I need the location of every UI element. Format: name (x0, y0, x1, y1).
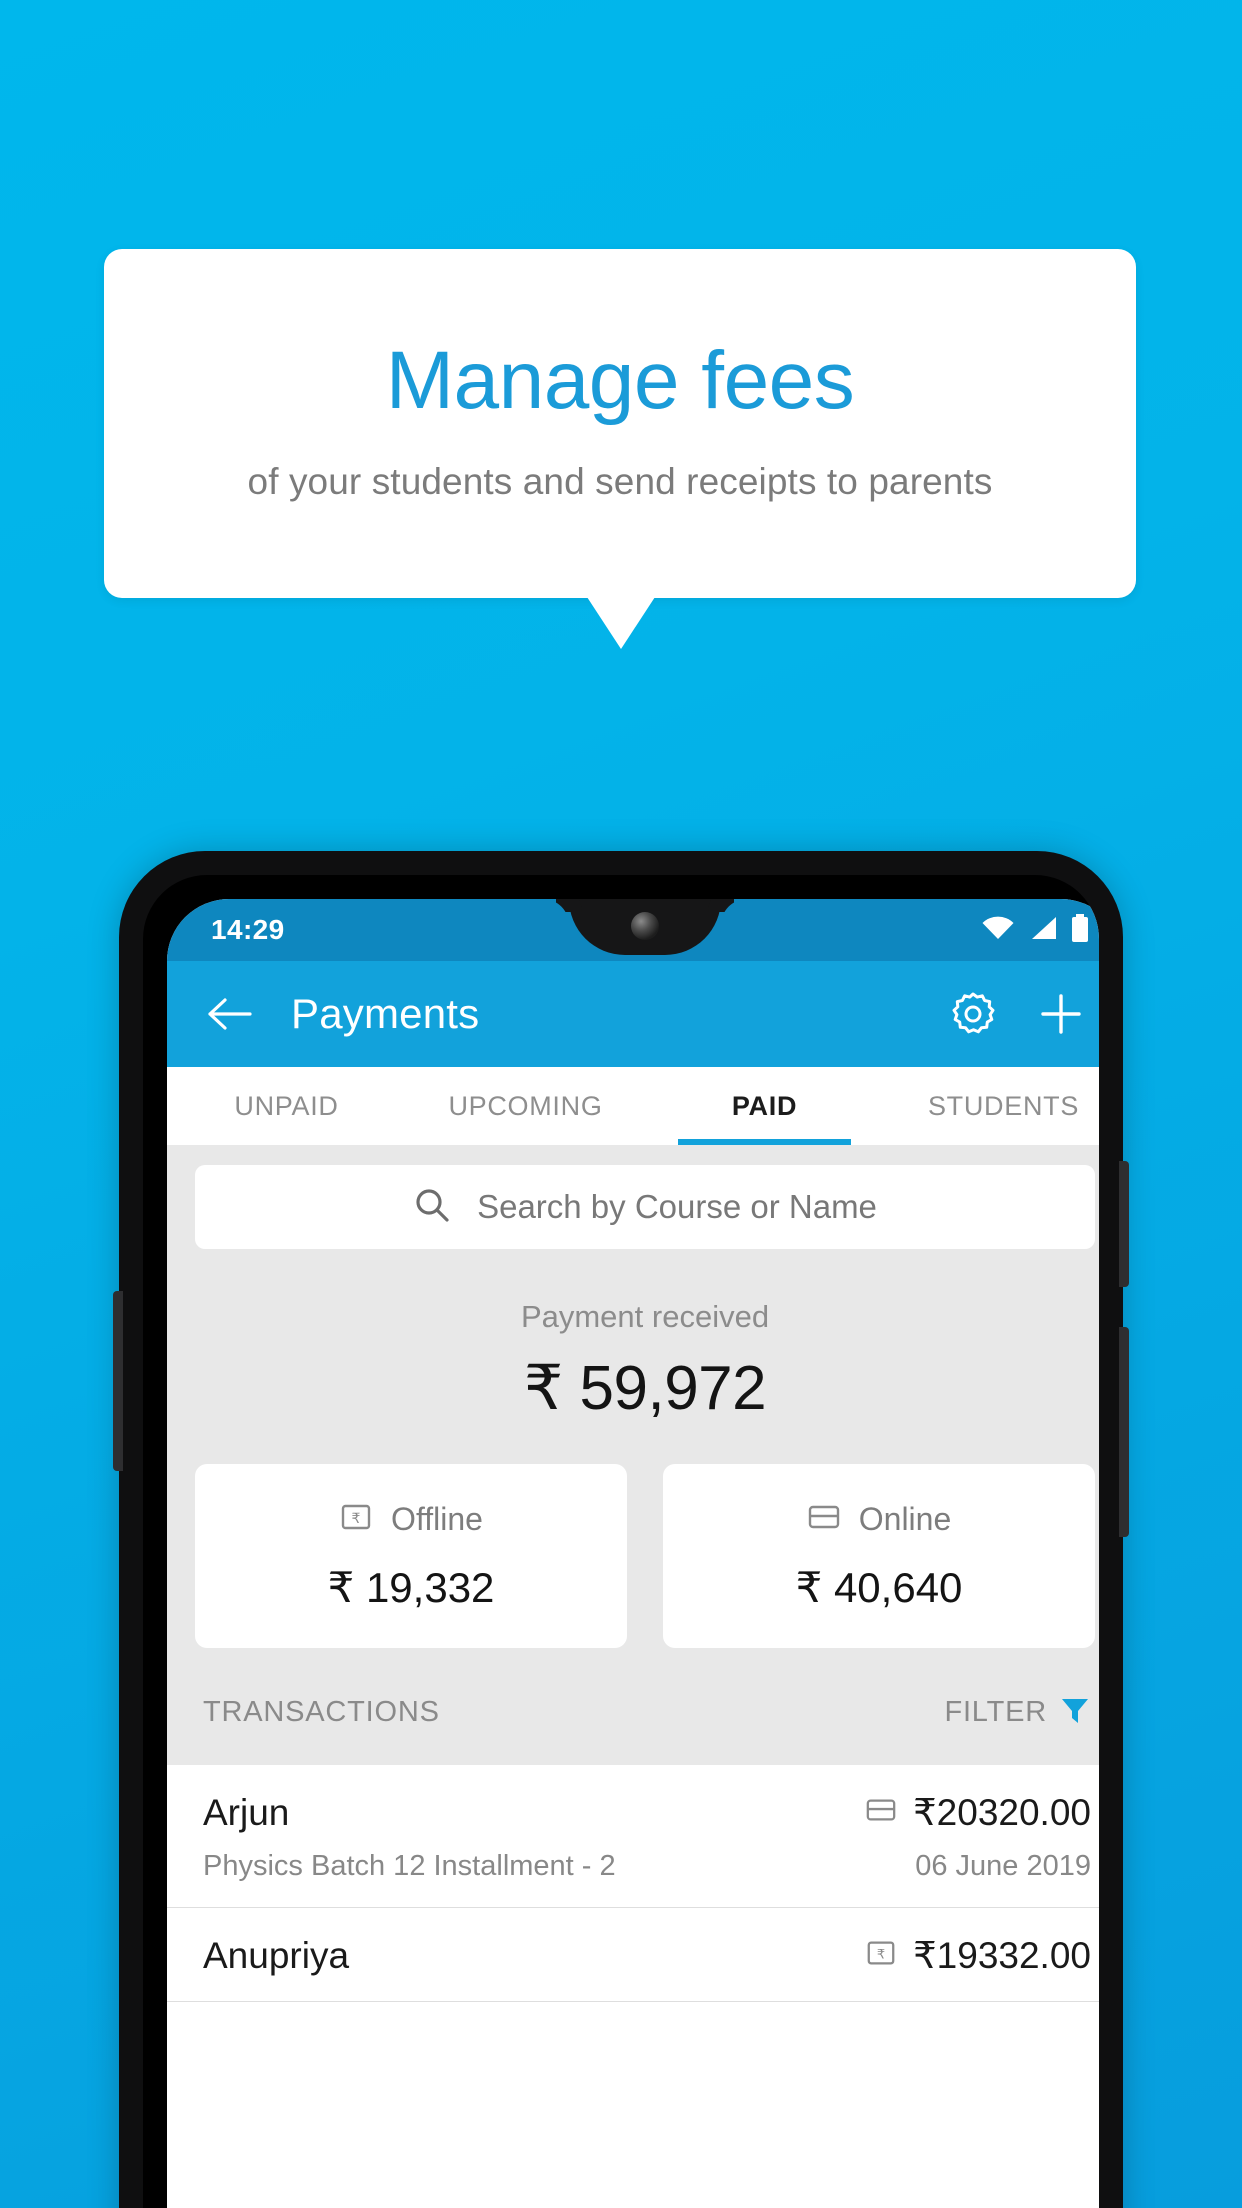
banknote-icon: ₹ (339, 1500, 373, 1539)
table-row[interactable]: Anupriya ₹ ₹19332.00 (167, 1908, 1099, 2002)
plus-icon[interactable] (1037, 990, 1085, 1038)
back-arrow-icon[interactable] (205, 990, 253, 1038)
transaction-description: Physics Batch 12 Installment - 2 (203, 1850, 616, 1882)
transaction-list: Arjun ₹20320.00 Physics Batch 12 Install… (167, 1765, 1099, 2002)
phone-side-button[interactable] (1119, 1327, 1129, 1537)
transaction-amount: ₹20320.00 (913, 1792, 1091, 1833)
status-clock: 14:29 (211, 914, 285, 945)
credit-card-icon (865, 1794, 897, 1831)
summary-block: Payment received ₹ 59,972 (167, 1249, 1099, 1424)
promo-card: Manage fees of your students and send re… (104, 249, 1136, 598)
svg-text:₹: ₹ (877, 1947, 885, 1962)
wifi-icon (981, 915, 1015, 946)
funnel-icon (1059, 1694, 1091, 1731)
search-placeholder: Search by Course or Name (477, 1188, 877, 1225)
promo-screenshot: Manage fees of your students and send re… (0, 0, 1242, 2208)
svg-text:₹: ₹ (352, 1510, 361, 1526)
status-icon-group (981, 913, 1089, 947)
tab-students[interactable]: STUDENTS (884, 1067, 1099, 1145)
online-card[interactable]: Online ₹ 40,640 (663, 1464, 1095, 1648)
search-input[interactable]: Search by Course or Name (195, 1165, 1095, 1249)
search-icon (413, 1186, 451, 1229)
page-subtitle: of your students and send receipts to pa… (247, 460, 993, 502)
battery-icon (1071, 913, 1089, 947)
transactions-label: TRANSACTIONS (203, 1696, 440, 1728)
transaction-name: Anupriya (203, 1934, 350, 1976)
status-bar: 14:29 (167, 899, 1099, 961)
phone-screen: 14:29 Payments UNPAID UPCOMING PAID STUD… (167, 899, 1099, 2208)
search-container: Search by Course or Name (167, 1145, 1099, 1249)
phone-volume-button[interactable] (113, 1291, 123, 1471)
transaction-date: 06 June 2019 (915, 1850, 1091, 1882)
tab-bar: UNPAID UPCOMING PAID STUDENTS (167, 1067, 1099, 1145)
offline-card[interactable]: ₹ Offline ₹ 19,332 (195, 1464, 627, 1648)
transaction-name: Arjun (203, 1791, 290, 1833)
filter-button[interactable]: FILTER (944, 1694, 1091, 1731)
content-area: Search by Course or Name Payment receive… (167, 1145, 1099, 2002)
banknote-icon: ₹ (865, 1937, 897, 1974)
summary-amount: ₹ 59,972 (523, 1354, 767, 1423)
tab-upcoming[interactable]: UPCOMING (406, 1067, 645, 1145)
offline-label: Offline (391, 1501, 483, 1537)
online-amount: ₹ 40,640 (795, 1564, 963, 1611)
promo-card-tail (587, 597, 655, 649)
phone-mockup: 14:29 Payments UNPAID UPCOMING PAID STUD… (113, 851, 1129, 2208)
credit-card-icon (807, 1500, 841, 1539)
app-bar-title: Payments (291, 990, 480, 1037)
transactions-header: TRANSACTIONS FILTER (167, 1648, 1099, 1765)
filter-label: FILTER (944, 1696, 1047, 1728)
signal-icon (1028, 915, 1058, 946)
tab-paid[interactable]: PAID (645, 1067, 884, 1145)
offline-amount: ₹ 19,332 (327, 1564, 495, 1611)
page-title: Manage fees (385, 335, 855, 427)
phone-notch (569, 899, 721, 955)
phone-power-button[interactable] (1119, 1161, 1129, 1287)
phone-bezel: 14:29 Payments UNPAID UPCOMING PAID STUD… (143, 875, 1099, 2208)
transaction-amount: ₹19332.00 (913, 1935, 1091, 1976)
gear-icon[interactable] (949, 990, 997, 1038)
tab-unpaid[interactable]: UNPAID (167, 1067, 406, 1145)
method-card-group: ₹ Offline ₹ 19,332 Online ₹ 40,640 (167, 1424, 1099, 1648)
app-bar: Payments (167, 961, 1099, 1067)
online-label: Online (858, 1501, 952, 1537)
front-camera (631, 912, 659, 940)
summary-label: Payment received (520, 1299, 770, 1334)
table-row[interactable]: Arjun ₹20320.00 Physics Batch 12 Install… (167, 1765, 1099, 1908)
